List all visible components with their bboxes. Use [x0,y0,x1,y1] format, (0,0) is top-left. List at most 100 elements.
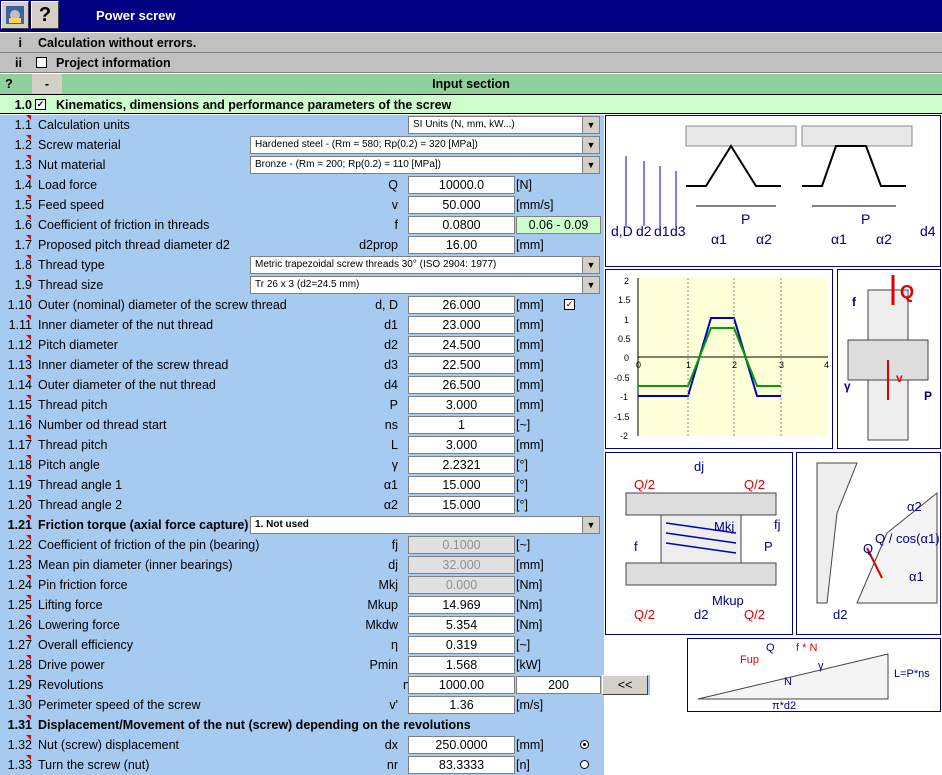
input-row: 1.31Displacement/Movement of the nut (sc… [0,715,604,735]
row-number: 1.20 [0,498,32,512]
label-Mkj: Mkj [714,519,734,534]
value-field[interactable]: 0.1000 [408,536,515,554]
label-P: P [924,389,932,403]
chevron-down-icon[interactable]: ▼ [582,157,599,173]
row-label: Load force [38,178,97,192]
input-row: 1.17Thread pitchL3.000[mm] [0,435,604,455]
row-number: 1.2 [0,138,32,152]
row-number: 1.30 [0,698,32,712]
chevron-down-icon[interactable]: ▼ [582,517,599,533]
value-field[interactable]: 15.000 [408,496,515,514]
row-label: Proposed pitch thread diameter d2 [38,238,230,252]
row-number: 1.24 [0,578,32,592]
value-field[interactable]: 250.0000 [408,736,515,754]
value-field[interactable]: 24.500 [408,336,515,354]
row-number: 1.16 [0,418,32,432]
value-field[interactable]: 0.000 [408,576,515,594]
row-number: 1.21 [0,518,32,532]
input-row: 1.13Inner diameter of the screw threadd3… [0,355,604,375]
value-field[interactable]: 22.500 [408,356,515,374]
section-number: 1.0 [0,98,32,112]
row-label: Friction torque (axial force capture) [38,518,248,532]
symbol: ns [385,418,398,432]
label-gamma: γ [818,660,824,672]
input-row: 1.15Thread pitchP3.000[mm] [0,395,604,415]
chevron-down-icon[interactable]: ▼ [582,257,599,273]
copy-value-button[interactable]: << [602,675,648,695]
section-checkbox[interactable]: ✓ [35,99,46,110]
value-field[interactable]: 1.36 [408,696,515,714]
value-field[interactable]: 32.000 [408,556,515,574]
value-field[interactable]: 1.568 [408,656,515,674]
value-field[interactable]: 83.3333 [408,756,515,774]
label-d4: d4 [920,223,936,239]
revolutions-input[interactable]: 200 [516,676,601,694]
radio-button[interactable] [580,760,589,769]
value-field[interactable]: 10000.0 [408,176,515,194]
select-dropdown[interactable]: Metric trapezoidal screw threads 30° (IS… [250,256,600,274]
svg-text:Q/2: Q/2 [744,607,765,622]
force-diagram: Q f v γ P [837,269,941,449]
unit-label: [n] [516,758,530,772]
value-field[interactable]: 3.000 [408,396,515,414]
value-field[interactable]: 0.319 [408,636,515,654]
label-v: v [896,371,903,385]
row-number: 1.4 [0,178,32,192]
symbol: d, D [375,298,398,312]
value-field[interactable]: 16.00 [408,236,515,254]
input-row: 1.23Mean pin diameter (inner bearings)dj… [0,555,604,575]
value-field[interactable]: 26.500 [408,376,515,394]
row-label: Coefficient of friction in threads [38,218,209,232]
input-row: 1.33Turn the screw (nut)nr83.3333[n] [0,755,604,775]
unit-label: [kW] [516,658,541,672]
chevron-down-icon[interactable]: ▼ [582,137,599,153]
symbol: Q [388,178,398,192]
value-field[interactable]: 5.354 [408,616,515,634]
unit-label: [mm] [516,338,544,352]
select-dropdown[interactable]: 1. Not used▼ [250,516,600,534]
xtick: 1 [686,360,691,370]
unit-label: [mm] [516,238,544,252]
ytick: -0.5 [614,373,630,383]
radio-button[interactable] [580,740,589,749]
calculator-icon[interactable] [1,1,29,29]
row-number: 1.18 [0,458,32,472]
value-field[interactable]: 26.000 [408,296,515,314]
row-label: Screw material [38,138,121,152]
value-field[interactable]: 50.000 [408,196,515,214]
value-field[interactable]: 3.000 [408,436,515,454]
input-row: 1.2 Screw material Hardened steel - (Rm = … [0,135,604,155]
chevron-down-icon[interactable]: ▼ [582,117,599,133]
value-field[interactable]: 0.0800 [408,216,515,234]
value-field[interactable]: 23.000 [408,316,515,334]
label-N: N [784,676,792,688]
value-field[interactable]: 1 [408,416,515,434]
input-row: 1.20Thread angle 2α215.000[°] [0,495,604,515]
symbol: η [391,638,398,652]
row-number: i [0,36,22,50]
symbol: d1 [384,318,398,332]
select-dropdown[interactable]: SI Units (N, mm, kW...)▼ [408,116,600,134]
input-row: 1.5Feed speedv50.000[mm/s] [0,195,604,215]
select-dropdown[interactable]: Tr 26 x 3 (d2=24.5 mm)▼ [250,276,600,294]
project-row[interactable]: ii Project information [0,53,942,73]
chevron-down-icon[interactable]: ▼ [582,277,599,293]
project-checkbox[interactable] [36,57,47,68]
label-Fup: Fup [740,654,759,666]
value-field[interactable]: 1000.00 [408,676,515,694]
row-number: 1.5 [0,198,32,212]
label-Q: Q [863,541,873,556]
diameter-checkbox[interactable]: ✓ [564,299,575,310]
value-field[interactable]: 14.969 [408,596,515,614]
symbol: α1 [384,478,398,492]
value-field[interactable]: 15.000 [408,476,515,494]
row-label: Revolutions [38,678,103,692]
input-row: 1.8Thread typeMetric trapezoidal screw t… [0,255,604,275]
input-row: 1.22Coefficient of friction of the pin (… [0,535,604,555]
select-dropdown[interactable]: Hardened steel - (Rm = 580; Rp(0.2) = 32… [250,136,600,154]
value-field[interactable]: 2.2321 [408,456,515,474]
select-dropdown[interactable]: Bronze - (Rm = 200; Rp(0.2) = 110 [MPa])… [250,156,600,174]
help-icon[interactable]: ? [31,1,59,29]
label-Q: Q [900,282,914,302]
section-title: Kinematics, dimensions and performance p… [56,98,451,112]
